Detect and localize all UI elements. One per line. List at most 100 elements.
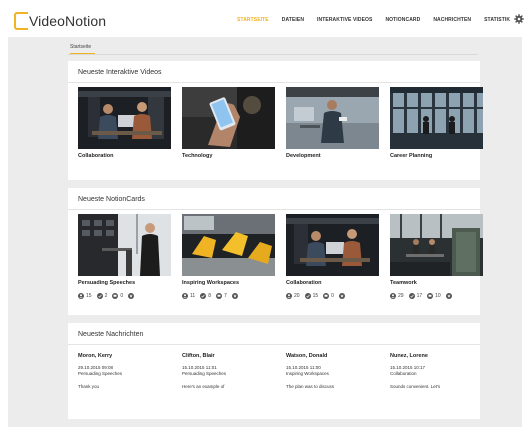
stat-value: 11 xyxy=(190,293,196,299)
notioncards-card: Neueste NotionCards Persuading Speeches … xyxy=(68,188,483,315)
message-preview[interactable]: Thank you xyxy=(78,384,171,389)
notioncard-thumbnail[interactable] xyxy=(78,214,171,276)
notioncard-thumbnail[interactable] xyxy=(390,214,483,276)
message-sender[interactable]: Nunez, Lorene xyxy=(390,353,483,359)
video-tile[interactable]: Development xyxy=(286,87,379,159)
star-icon[interactable] xyxy=(128,293,135,299)
nav-item-interaktive-videos[interactable]: INTERAKTIVE VIDEOS xyxy=(317,17,372,23)
video-title[interactable]: Career Planning xyxy=(390,153,483,159)
check-icon xyxy=(96,293,103,299)
star-icon[interactable] xyxy=(445,293,452,299)
notioncard-tile[interactable]: Persuading Speeches 15 2 0 xyxy=(78,214,171,299)
stat-value: 0 xyxy=(331,293,334,299)
check-icon xyxy=(200,293,207,299)
logo-bracket-icon xyxy=(14,12,28,30)
message-topic: Persuading Speeches xyxy=(182,371,227,376)
notioncard-stats: 15 2 0 xyxy=(78,293,171,299)
message-sender[interactable]: Clifton, Blair xyxy=(182,353,275,359)
comment-icon xyxy=(323,293,330,299)
stat-value: 15 xyxy=(312,293,319,299)
message-preview[interactable]: The plan was to discuss xyxy=(286,384,379,389)
stat-comments: 10 xyxy=(427,293,441,299)
stat-value: 2 xyxy=(104,293,108,299)
stat-value: 7 xyxy=(223,293,227,299)
stat-users: 29 xyxy=(390,293,404,299)
messages-card-title: Neueste Nachrichten xyxy=(78,331,144,338)
stat-completed: 17 xyxy=(408,293,423,299)
main-content: Startseite Neueste Interaktive Videos Co… xyxy=(8,37,522,427)
stat-favorite[interactable] xyxy=(338,293,347,299)
notioncard-title[interactable]: Collaboration xyxy=(286,280,379,286)
message-preview[interactable]: Sounds convenient. Let's xyxy=(390,384,483,389)
stat-favorite[interactable] xyxy=(445,293,454,299)
message-preview[interactable]: Here's an example of xyxy=(182,384,275,389)
star-icon[interactable] xyxy=(338,293,345,299)
video-thumbnail[interactable] xyxy=(286,87,379,149)
message-date: 29.10.2015 09:08 xyxy=(78,365,114,370)
message-item[interactable]: Clifton, Blair 15.10.2015 11:01 Persuadi… xyxy=(182,353,275,389)
card-divider xyxy=(68,82,480,83)
logo-text: VideoNotion xyxy=(29,13,107,29)
stat-comments: 0 xyxy=(323,293,334,299)
videos-card: Neueste Interaktive Videos Collaboration xyxy=(68,61,483,180)
notioncard-tile[interactable]: Inspiring Workspaces 11 8 7 xyxy=(182,214,275,299)
comment-icon xyxy=(112,293,119,299)
card-divider xyxy=(68,344,480,345)
app-logo[interactable]: VideoNotion xyxy=(14,12,106,30)
user-icon xyxy=(390,293,396,299)
message-sender[interactable]: Watson, Donald xyxy=(286,353,379,359)
message-item[interactable]: Nunez, Lorene 15.10.2015 10:17 Collabora… xyxy=(390,353,483,389)
message-item[interactable]: Watson, Donald 15.10.2015 11:00 Inspirin… xyxy=(286,353,379,389)
notioncard-title[interactable]: Persuading Speeches xyxy=(78,280,171,286)
notioncard-tile[interactable]: Collaboration 20 15 0 xyxy=(286,214,379,299)
stat-users: 15 xyxy=(78,293,92,299)
video-title[interactable]: Technology xyxy=(182,153,275,159)
video-thumbnail[interactable] xyxy=(78,87,171,149)
message-date: 15.10.2015 11:01 xyxy=(182,365,217,370)
video-title[interactable]: Collaboration xyxy=(78,153,171,159)
nav-item-startseite[interactable]: STARTSEITE xyxy=(237,17,269,23)
user-icon xyxy=(78,293,84,299)
stat-favorite[interactable] xyxy=(231,293,240,299)
stat-value: 17 xyxy=(416,293,423,299)
video-tile[interactable]: Technology xyxy=(182,87,275,159)
user-icon xyxy=(182,293,188,299)
message-item[interactable]: Moron, Kerry 29.10.2015 09:08 Persuading… xyxy=(78,353,171,389)
notioncard-stats: 29 17 10 xyxy=(390,293,483,299)
nav-item-notioncard[interactable]: NOTIONCARD xyxy=(385,17,420,23)
check-icon xyxy=(408,293,415,299)
stat-value: 8 xyxy=(208,293,211,299)
check-icon xyxy=(304,293,311,299)
notioncard-thumbnail[interactable] xyxy=(182,214,275,276)
notioncards-card-title: Neueste NotionCards xyxy=(78,196,145,203)
nav-item-statistik[interactable]: STATISTIK xyxy=(484,17,510,23)
stat-value: 29 xyxy=(398,293,404,299)
star-icon[interactable] xyxy=(231,293,238,299)
video-tile[interactable]: Career Planning xyxy=(390,87,483,159)
notioncard-tile[interactable]: Teamwork 29 17 10 xyxy=(390,214,483,299)
stat-comments: 7 xyxy=(215,293,227,299)
notioncard-stats: 11 8 7 xyxy=(182,293,275,299)
stat-favorite[interactable] xyxy=(128,293,136,299)
stat-completed: 15 xyxy=(304,293,319,299)
stat-completed: 2 xyxy=(96,293,108,299)
video-thumbnail[interactable] xyxy=(390,87,483,149)
video-title[interactable]: Development xyxy=(286,153,379,159)
message-date: 15.10.2015 11:00 xyxy=(286,365,321,370)
message-sender[interactable]: Moron, Kerry xyxy=(78,353,171,359)
messages-card: Neueste Nachrichten Moron, Kerry 29.10.2… xyxy=(68,323,480,419)
message-topic: Collaboration xyxy=(390,371,417,376)
user-icon xyxy=(286,293,292,299)
notioncard-stats: 20 15 0 xyxy=(286,293,379,299)
comment-icon xyxy=(215,293,222,299)
nav-item-dateien[interactable]: DATEIEN xyxy=(282,17,304,23)
video-thumbnail[interactable] xyxy=(182,87,275,149)
stat-value: 0 xyxy=(120,293,124,299)
nav-item-nachrichten[interactable]: NACHRICHTEN xyxy=(433,17,471,23)
video-tile[interactable]: Collaboration xyxy=(78,87,171,159)
notioncard-title[interactable]: Teamwork xyxy=(390,280,483,286)
notioncard-title[interactable]: Inspiring Workspaces xyxy=(182,280,275,286)
videos-card-title: Neueste Interaktive Videos xyxy=(78,69,162,76)
notioncard-thumbnail[interactable] xyxy=(286,214,379,276)
gear-icon[interactable] xyxy=(514,14,524,24)
